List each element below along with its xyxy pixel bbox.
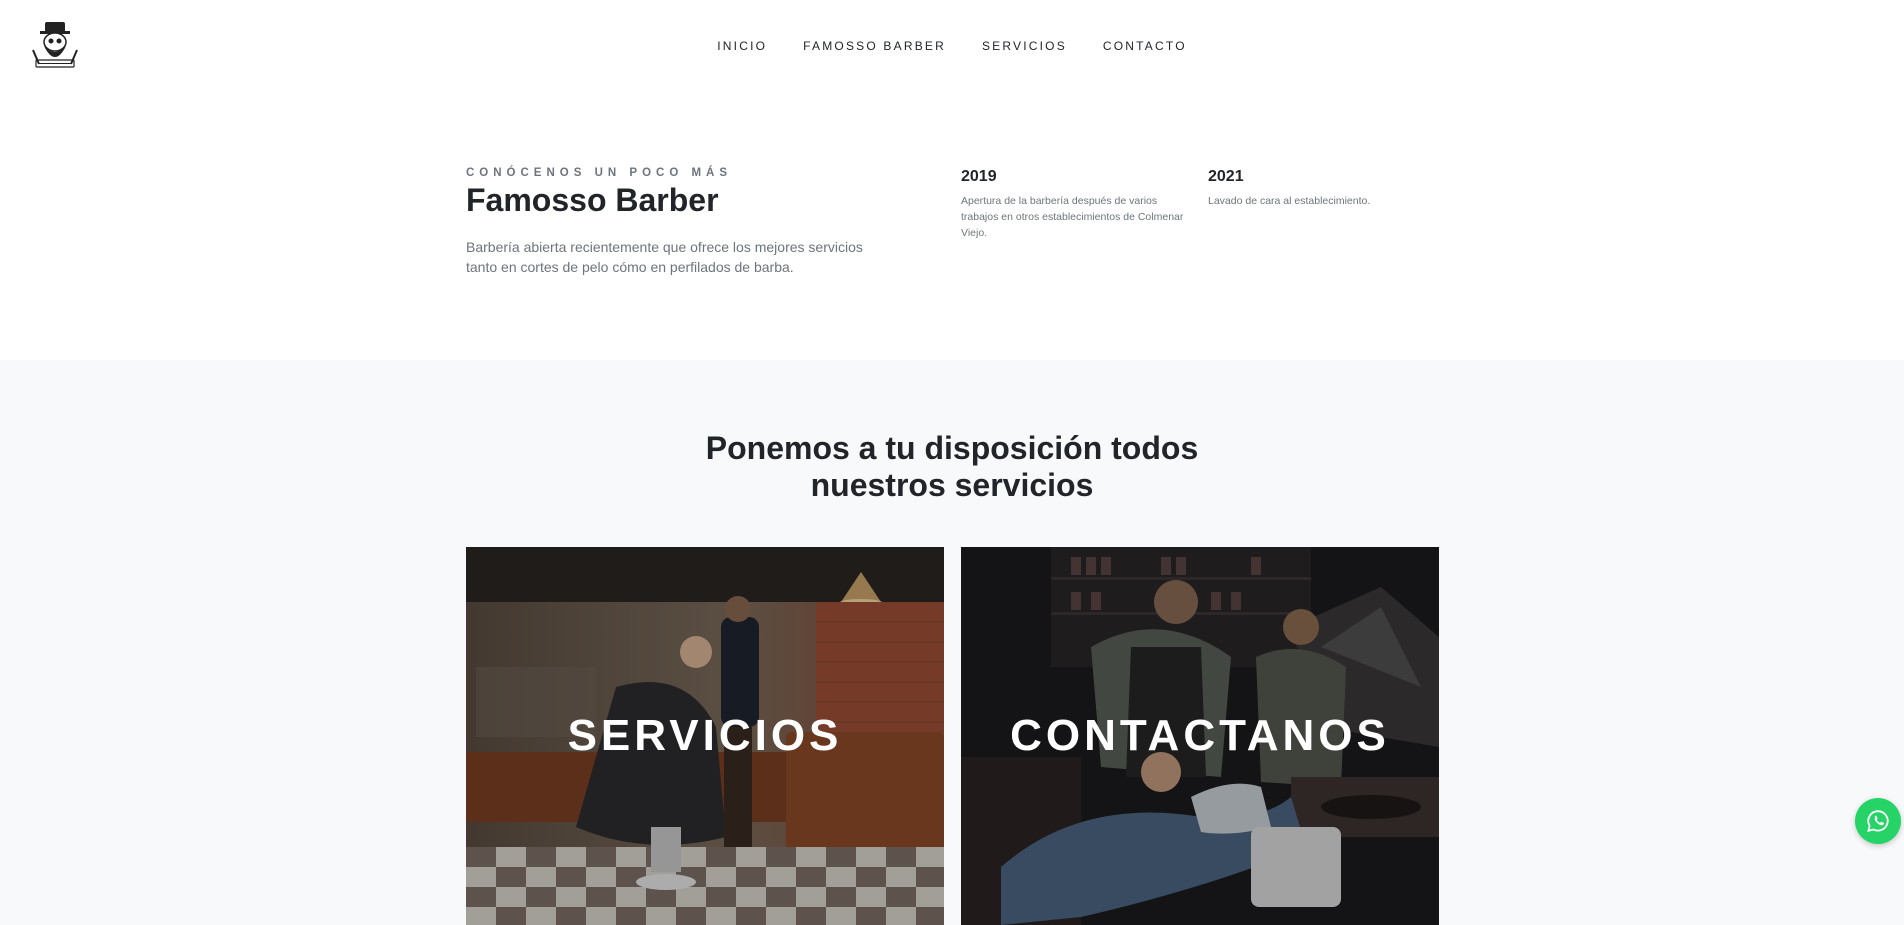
milestone-year: 2019 [961, 168, 997, 185]
contactanos-card[interactable]: CONTACTANOS [961, 547, 1439, 925]
about-eyebrow: CONÓCENOS UN POCO MÁS [466, 167, 733, 179]
milestone-text: Apertura de la barbería después de vario… [961, 195, 1184, 239]
about-section: CONÓCENOS UN POCO MÁS Famosso Barber Bar… [0, 92, 1904, 360]
services-section: Ponemos a tu disposición todos nuestros … [0, 360, 1904, 925]
nav-link-contacto[interactable]: CONTACTO [1085, 39, 1205, 53]
servicios-card-label: SERVICIOS [567, 711, 843, 760]
milestone-2021: 2021 Lavado de cara al establecimiento. [1208, 168, 1438, 209]
whatsapp-button[interactable] [1855, 798, 1901, 844]
whatsapp-icon [1867, 810, 1889, 833]
milestone-2019: 2019 Apertura de la barbería después de … [961, 168, 1191, 241]
milestone-text: Lavado de cara al establecimiento. [1208, 195, 1371, 207]
services-title-line-2: nuestros servicios [810, 467, 1094, 503]
about-description: Barbería abierta recientemente que ofrec… [466, 239, 863, 275]
about-title: Famosso Barber [466, 182, 719, 218]
main-nav: INICIO FAMOSSO BARBER SERVICIOS CONTACTO [0, 39, 1904, 53]
contactanos-card-label: CONTACTANOS [1010, 711, 1390, 760]
nav-link-servicios[interactable]: SERVICIOS [964, 39, 1085, 53]
nav-link-famosso-barber[interactable]: FAMOSSO BARBER [785, 39, 964, 53]
site-header: INICIO FAMOSSO BARBER SERVICIOS CONTACTO [0, 0, 1904, 92]
milestone-year: 2021 [1208, 168, 1244, 185]
services-title: Ponemos a tu disposición todos nuestros … [0, 430, 1904, 504]
services-title-line-1: Ponemos a tu disposición todos [705, 430, 1199, 466]
servicios-card[interactable]: SERVICIOS [466, 547, 944, 925]
nav-link-inicio[interactable]: INICIO [699, 39, 785, 53]
